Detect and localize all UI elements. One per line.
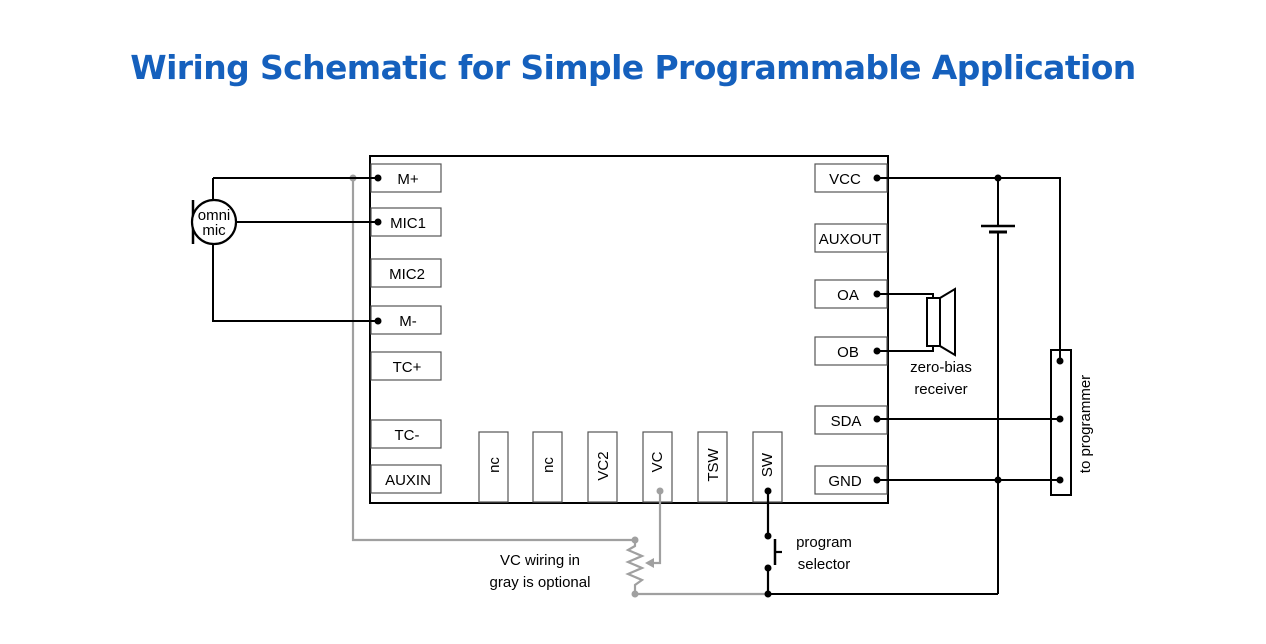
pin-label: VC (649, 451, 666, 472)
pin-label: OA (837, 287, 859, 304)
pin-label: M- (399, 313, 417, 330)
pin-label: TC- (395, 427, 420, 444)
pin-label: GND (828, 473, 862, 490)
receiver-label-line2: receiver (914, 381, 967, 398)
pin-label: MIC1 (390, 215, 426, 232)
switch-label-line1: program (796, 534, 852, 551)
optional-note-line1: VC wiring in (500, 552, 580, 569)
pin-label: SDA (831, 413, 862, 430)
speaker-icon (926, 287, 956, 357)
potentiometer-wiper-arrow (645, 558, 654, 568)
programmer-label: to programmer (1077, 375, 1094, 473)
pin-label: TC+ (393, 359, 422, 376)
programmer-connector (1050, 349, 1072, 496)
left-pin-m-minus: M- (370, 305, 442, 335)
receiver-label-line1: zero-bias (910, 359, 972, 376)
pin-label: AUXOUT (819, 231, 882, 248)
optional-vc-wiring (351, 178, 768, 596)
omni-mic: omni mic (190, 177, 378, 322)
pin-label: VC2 (595, 451, 612, 480)
pin-label: TSW (705, 447, 722, 481)
pin-label: M+ (397, 171, 418, 188)
left-pin-mic2: MIC2 (370, 258, 442, 288)
optional-note-line2: gray is optional (490, 574, 591, 591)
bottom-pin-nc-2: nc (532, 431, 563, 503)
left-pin-auxin: AUXIN (370, 464, 442, 494)
battery-icon (981, 224, 1015, 234)
right-pin-auxout: AUXOUT (814, 223, 888, 253)
bottom-pin-tsw: TSW (697, 431, 728, 503)
optional-junctions (349, 174, 664, 598)
program-selector-switch (766, 491, 782, 594)
pin-label: nc (486, 457, 503, 473)
bottom-pin-nc-1: nc (478, 431, 509, 503)
pin-label: SW (759, 452, 776, 477)
schematic: M+ MIC1 MIC2 M- TC+ TC- AUXIN VCC AUXOUT… (190, 155, 1094, 598)
chip-body (369, 155, 889, 504)
bottom-pin-vc2: VC2 (587, 431, 618, 503)
left-pin-tc-minus: TC- (370, 419, 442, 449)
pin-label: MIC2 (389, 266, 425, 283)
pin-label: VCC (829, 171, 861, 188)
switch-label-line2: selector (798, 556, 851, 573)
mic-label-line2: mic (202, 222, 226, 239)
pin-label: OB (837, 344, 859, 361)
left-pin-tc-plus: TC+ (370, 351, 442, 381)
pin-label: AUXIN (385, 472, 431, 489)
pin-label: nc (540, 457, 557, 473)
left-pin-junctions (374, 174, 382, 325)
